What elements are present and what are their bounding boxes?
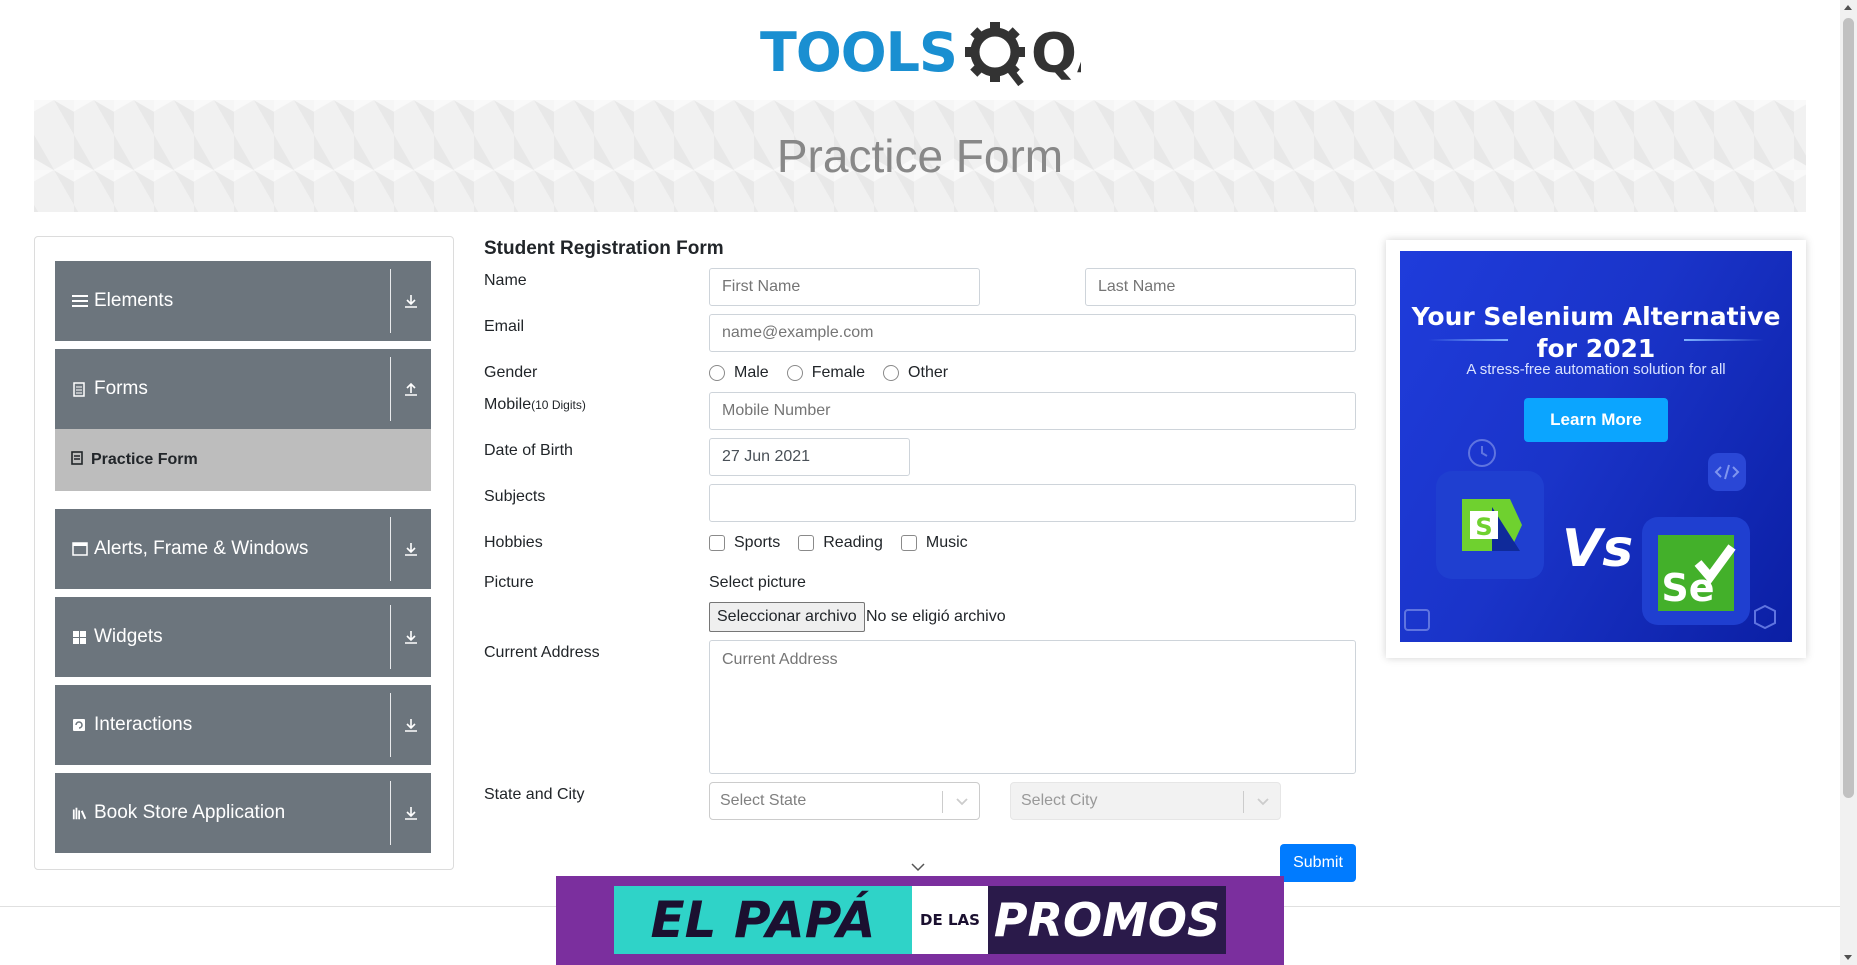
- gear-logo-icon: QA: [964, 22, 1081, 87]
- email-input[interactable]: [709, 314, 1356, 352]
- scrollbar-thumb[interactable]: [1843, 18, 1854, 798]
- versus-text: Vs: [1562, 519, 1634, 579]
- download-arrow-icon[interactable]: [391, 717, 431, 733]
- scroll-down-arrow-icon[interactable]: [1844, 955, 1852, 960]
- first-name-input[interactable]: [709, 268, 980, 306]
- hobby-sports[interactable]: Sports: [709, 534, 780, 552]
- gender-female[interactable]: Female: [786, 364, 865, 382]
- box-icon: [1754, 604, 1776, 630]
- promo-text-promos: PROMOS: [993, 893, 1221, 947]
- gender-options: Male Female Other: [709, 364, 966, 382]
- date-of-birth-input[interactable]: [709, 438, 910, 476]
- state-select-placeholder: Select State: [720, 792, 807, 809]
- selenium-alternative-ad[interactable]: Your Selenium Alternative for 2021 A str…: [1400, 251, 1792, 642]
- toolsqa-logo[interactable]: TOOLS QA: [760, 14, 1081, 90]
- state-city-label: State and City: [484, 786, 585, 803]
- submit-button[interactable]: Submit: [1280, 844, 1356, 882]
- svg-text:Se: Se: [1661, 566, 1714, 610]
- current-address-textarea[interactable]: [709, 640, 1356, 774]
- svg-text:S: S: [1475, 513, 1492, 541]
- picture-label: Picture: [484, 574, 534, 591]
- last-name-input[interactable]: [1085, 268, 1356, 306]
- code-icon: [1708, 453, 1746, 491]
- sidebar-group-label: Widgets: [94, 626, 163, 647]
- state-select[interactable]: Select State: [709, 782, 980, 820]
- dob-label: Date of Birth: [484, 442, 573, 459]
- testsigma-logo-icon: S: [1436, 471, 1544, 579]
- sidebar-group-label: Elements: [94, 290, 174, 311]
- clock-icon: [1468, 439, 1496, 467]
- checkbox[interactable]: [900, 535, 917, 551]
- interactions-icon: [72, 718, 88, 732]
- hobby-reading[interactable]: Reading: [798, 534, 883, 552]
- ad-title: Your Selenium Alternative for 2021: [1411, 302, 1781, 363]
- hobby-music[interactable]: Music: [900, 534, 968, 552]
- download-arrow-icon[interactable]: [391, 293, 431, 309]
- radio-button[interactable]: [709, 365, 725, 381]
- download-arrow-icon[interactable]: [391, 805, 431, 821]
- sidebar-group-alerts[interactable]: Alerts, Frame & Windows: [55, 509, 431, 589]
- learn-more-button[interactable]: Learn More: [1524, 398, 1668, 442]
- subjects-label: Subjects: [484, 488, 546, 505]
- radio-button[interactable]: [786, 365, 803, 381]
- sidebar: Elements Forms Practice Form Alerts, Fra…: [34, 236, 454, 870]
- hobbies-label: Hobbies: [484, 534, 543, 551]
- selenium-logo-icon: Se: [1642, 517, 1750, 625]
- form-title: Student Registration Form: [484, 238, 724, 259]
- checkbox[interactable]: [709, 535, 725, 551]
- city-select[interactable]: Select City: [1010, 782, 1281, 820]
- browser-icon: [1404, 609, 1430, 631]
- window-icon: [72, 542, 88, 556]
- menu-icon: [72, 294, 88, 308]
- subjects-input[interactable]: [709, 484, 1356, 522]
- chevron-down-icon: [1256, 794, 1270, 813]
- chevron-down-icon: [955, 794, 969, 813]
- logo-tools-text: TOOLS: [760, 20, 958, 84]
- download-arrow-icon[interactable]: [391, 629, 431, 645]
- current-address-label: Current Address: [484, 644, 600, 661]
- radio-button[interactable]: [883, 365, 900, 381]
- sidebar-group-label: Interactions: [94, 714, 193, 735]
- gender-label: Gender: [484, 364, 538, 381]
- ad-container: Your Selenium Alternative for 2021 A str…: [1386, 240, 1806, 658]
- sidebar-group-label: Forms: [94, 378, 148, 399]
- sidebar-group-interactions[interactable]: Interactions: [55, 685, 431, 765]
- mobile-hint: (10 Digits): [531, 398, 586, 412]
- name-label: Name: [484, 272, 527, 289]
- checkbox[interactable]: [798, 535, 815, 551]
- email-label: Email: [484, 318, 525, 335]
- select-picture-caption: Select picture: [709, 574, 806, 591]
- mobile-input[interactable]: [709, 392, 1356, 430]
- sidebar-item-label: Practice Form: [91, 451, 198, 468]
- sidebar-item-practice-form[interactable]: Practice Form: [55, 429, 431, 491]
- form-icon: [71, 450, 83, 470]
- vertical-scrollbar[interactable]: [1840, 0, 1857, 965]
- promo-text-de-las: DE LAS: [912, 886, 988, 954]
- promo-text-el-papa: EL PAPÁ: [614, 886, 912, 954]
- gender-other[interactable]: Other: [883, 364, 948, 382]
- sidebar-group-forms[interactable]: Forms: [55, 349, 431, 429]
- ad-subtitle: A stress-free automation solution for al…: [1466, 361, 1726, 378]
- document-icon: [72, 382, 88, 397]
- page-banner: Practice Form: [34, 100, 1806, 212]
- sidebar-group-label: Book Store Application: [94, 802, 286, 823]
- city-select-placeholder: Select City: [1021, 792, 1098, 809]
- mobile-label: Mobile(10 Digits): [484, 396, 586, 413]
- logo-qa-text: QA: [1031, 22, 1081, 85]
- sidebar-group-bookstore[interactable]: Book Store Application: [55, 773, 431, 853]
- file-status-text: No se eligió archivo: [866, 608, 1006, 625]
- promo-banner[interactable]: EL PAPÁ DE LAS PROMOS: [556, 876, 1284, 965]
- scroll-up-arrow-icon[interactable]: [1844, 5, 1852, 10]
- upload-arrow-icon[interactable]: [391, 381, 431, 397]
- books-icon: [72, 806, 88, 820]
- hobby-options: Sports Reading Music: [709, 534, 986, 552]
- page-title: Practice Form: [776, 130, 1064, 182]
- widgets-icon: [72, 630, 88, 644]
- sidebar-group-widgets[interactable]: Widgets: [55, 597, 431, 677]
- gender-male[interactable]: Male: [709, 364, 769, 382]
- choose-file-button[interactable]: Seleccionar archivo: [709, 602, 865, 632]
- download-arrow-icon[interactable]: [391, 541, 431, 557]
- sidebar-group-elements[interactable]: Elements: [55, 261, 431, 341]
- sidebar-group-label: Alerts, Frame & Windows: [94, 538, 309, 559]
